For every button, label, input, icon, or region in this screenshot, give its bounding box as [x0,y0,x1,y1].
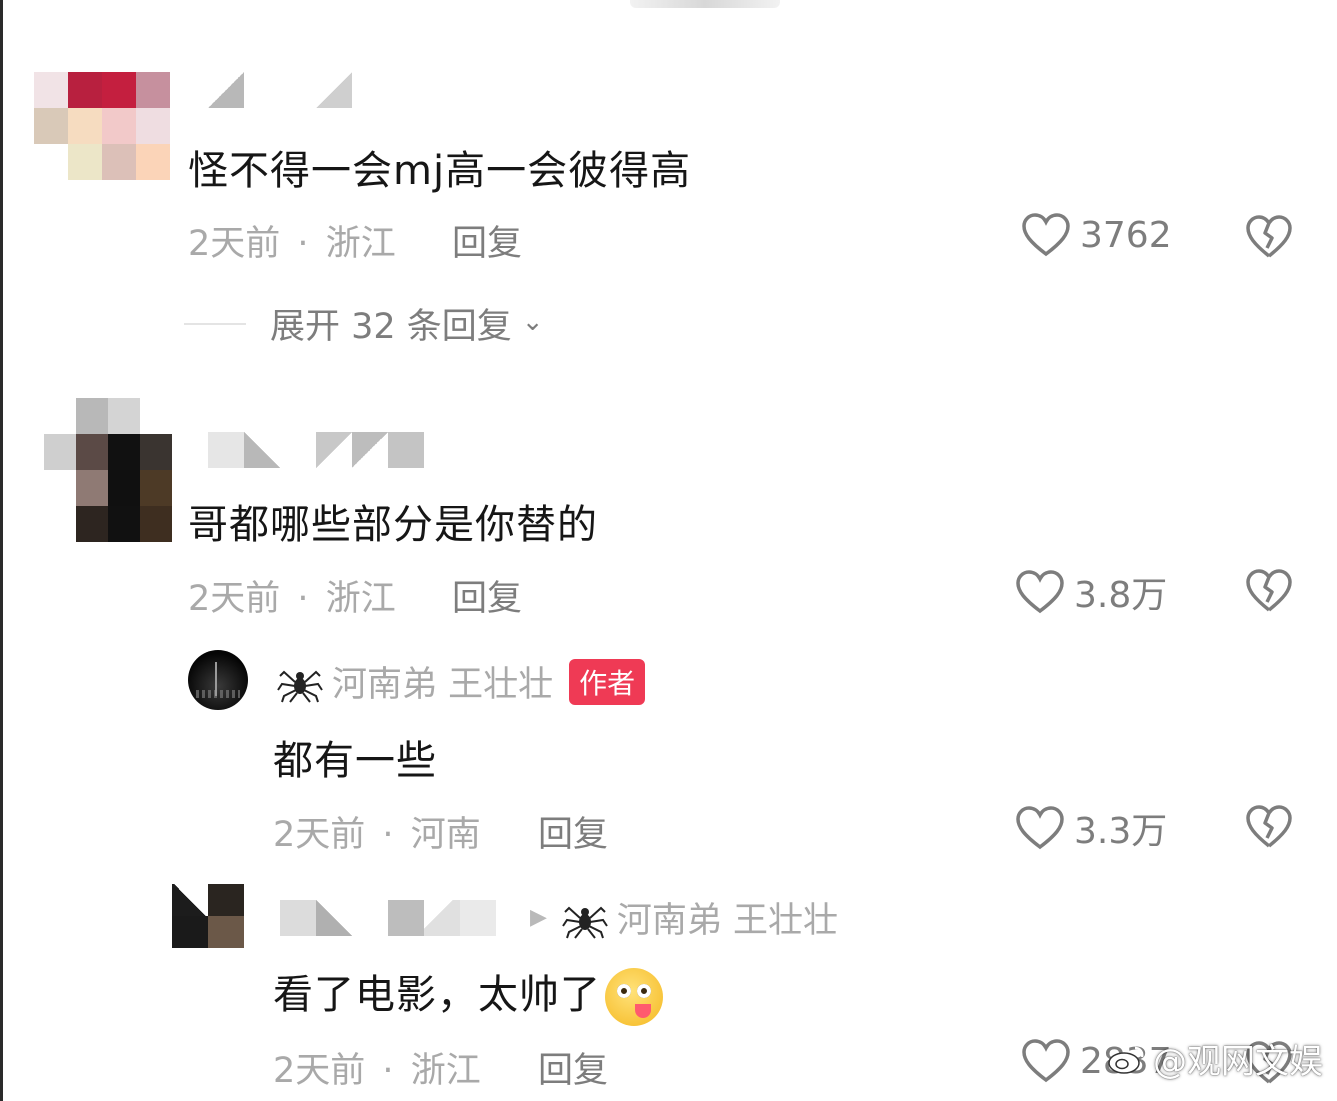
comment-screenshot: 怪不得一会mj高一会彼得高 2天前 · 浙江 回复 3762 展开 32 条回复… [0,0,1337,1101]
comment-time: 2天前 [188,224,281,264]
reply-arrow-icon: ▶ [530,905,547,930]
like-button[interactable]: 3762 [1020,212,1172,258]
watermark: @观网文娱 [1107,1034,1323,1083]
reply-location: 河南 [410,815,481,855]
meta-separator: · [297,224,309,264]
avatar-pixelated[interactable] [44,398,172,542]
like-button[interactable]: 3.8万 [1014,566,1167,618]
meta-separator: · [382,1051,394,1091]
chevron-down-icon: ⌄ [521,306,544,337]
comment-meta: 2天前 · 浙江 [188,570,396,621]
like-count: 3.8万 [1074,575,1168,616]
like-button[interactable]: 3.3万 [1014,802,1167,854]
meta-separator: · [382,815,394,855]
comment-meta: 2天前 · 浙江 [188,215,396,266]
username-pixelated[interactable] [280,900,496,936]
heart-outline-icon [1022,1039,1070,1083]
comment-location: 浙江 [325,579,396,619]
author-avatar[interactable] [188,650,248,710]
comment-time: 2天前 [188,579,281,619]
avatar-pixelated[interactable] [172,884,244,948]
drooling-star-eyes-emoji-icon [605,968,663,1026]
reply-meta: 2天前 · 浙江 [273,1042,481,1093]
reply-text: 都有一些 [273,738,437,784]
username-pixelated[interactable] [208,432,424,468]
comment-text: 怪不得一会mj高一会彼得高 [188,148,692,194]
heart-outline-icon [1016,806,1064,850]
expand-label: 展开 32 条回复 [270,307,512,347]
top-blur [630,0,780,8]
reply-time: 2天前 [273,1051,366,1091]
reply-location: 浙江 [410,1051,481,1091]
reply-button[interactable]: 回复 [538,1042,608,1093]
comment-text: 哥都哪些部分是你替的 [188,502,598,548]
reply-to-target[interactable]: ▶ 河南弟 王壮壮 [530,892,838,943]
heart-outline-icon [1022,213,1070,257]
reply-button[interactable]: 回复 [452,570,522,621]
avatar-pixelated[interactable] [34,72,170,180]
reply-button[interactable]: 回复 [538,806,608,857]
meta-separator: · [297,579,309,619]
like-count: 3762 [1080,214,1172,256]
broken-heart-icon[interactable] [1244,804,1294,850]
expand-replies-button[interactable]: 展开 32 条回复 ⌄ [184,298,544,349]
reply-button[interactable]: 回复 [452,215,522,266]
spider-icon [562,906,608,939]
left-border [0,0,3,1101]
broken-heart-icon[interactable] [1244,214,1294,260]
reply-text: 看了电影，太帅了 [273,962,663,1026]
username-pixelated[interactable] [208,72,352,108]
heart-outline-icon [1016,570,1064,614]
watermark-text: @观网文娱 [1153,1042,1323,1082]
reply-time: 2天前 [273,815,366,855]
reply-meta: 2天前 · 河南 [273,806,481,857]
author-badge: 作者 [569,658,646,705]
spider-icon [277,670,323,703]
reply-text-content: 看了电影，太帅了 [273,972,601,1018]
broken-heart-icon[interactable] [1244,568,1294,614]
like-count: 3.3万 [1074,811,1168,852]
weibo-logo-icon [1108,1046,1144,1074]
reply-username[interactable]: 河南弟 王壮壮 作者 [276,656,646,707]
comment-location: 浙江 [325,224,396,264]
expand-divider [184,322,246,325]
reply-to-username: 河南弟 王壮壮 [616,901,839,941]
username-text: 河南弟 王壮壮 [332,665,554,705]
